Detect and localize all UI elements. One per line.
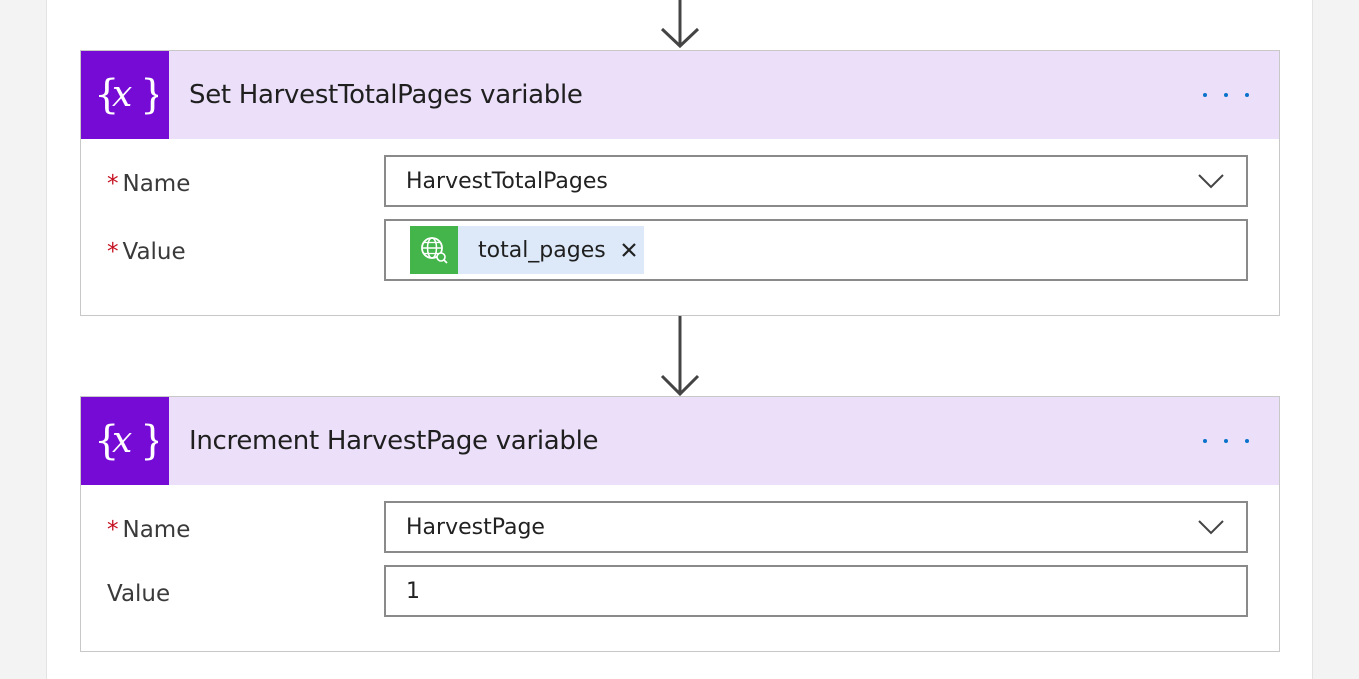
arrow-down-icon	[660, 0, 700, 49]
name-dropdown[interactable]: HarvestTotalPages	[384, 155, 1248, 207]
connector-arrow	[660, 0, 700, 50]
card-header[interactable]: { x } Increment HarvestPage variable	[81, 397, 1279, 485]
value-field-label: * Value	[107, 239, 186, 265]
value-input[interactable]: total_pages	[384, 219, 1248, 281]
more-options-button[interactable]	[1203, 427, 1249, 455]
card-title: Set HarvestTotalPages variable	[189, 80, 583, 110]
action-card-increment-variable[interactable]: { x } Increment HarvestPage variable *Na…	[80, 396, 1280, 652]
value-field-label: Value	[107, 581, 171, 607]
value-input-text: 1	[406, 578, 420, 604]
http-globe-icon	[410, 226, 458, 274]
svg-text:x: x	[112, 74, 132, 115]
variable-icon: { x }	[81, 51, 169, 139]
required-marker: *	[107, 517, 119, 543]
name-field-label: * Name	[107, 517, 191, 543]
token-label: total_pages	[478, 237, 606, 263]
card-header[interactable]: { x } Set HarvestTotalPages variable	[81, 51, 1279, 139]
dot	[1245, 439, 1249, 443]
chevron-down-icon	[1198, 520, 1224, 535]
dot	[1203, 439, 1207, 443]
name-dropdown-value: HarvestTotalPages	[406, 168, 608, 194]
dynamic-content-token[interactable]: total_pages	[410, 226, 644, 274]
variable-icon: { x }	[81, 397, 169, 485]
action-card-set-variable[interactable]: { x } Set HarvestTotalPages variable *Na…	[80, 50, 1280, 316]
required-marker: *	[107, 171, 119, 197]
name-dropdown-value: HarvestPage	[406, 514, 545, 540]
arrow-down-icon	[660, 316, 700, 396]
value-input[interactable]: 1	[384, 565, 1248, 617]
svg-text:}: }	[140, 72, 158, 118]
name-dropdown[interactable]: HarvestPage	[384, 501, 1248, 553]
required-marker: *	[107, 239, 119, 265]
close-icon[interactable]	[618, 239, 640, 261]
dot	[1203, 93, 1207, 97]
chevron-down-icon	[1198, 174, 1224, 189]
card-title: Increment HarvestPage variable	[189, 426, 599, 456]
dot	[1245, 93, 1249, 97]
more-options-button[interactable]	[1203, 81, 1249, 109]
svg-text:}: }	[140, 418, 158, 464]
dot	[1224, 93, 1228, 97]
name-field-label: * Name	[107, 171, 191, 197]
connector-arrow	[660, 316, 700, 396]
dot	[1224, 439, 1228, 443]
svg-text:x: x	[112, 420, 132, 461]
